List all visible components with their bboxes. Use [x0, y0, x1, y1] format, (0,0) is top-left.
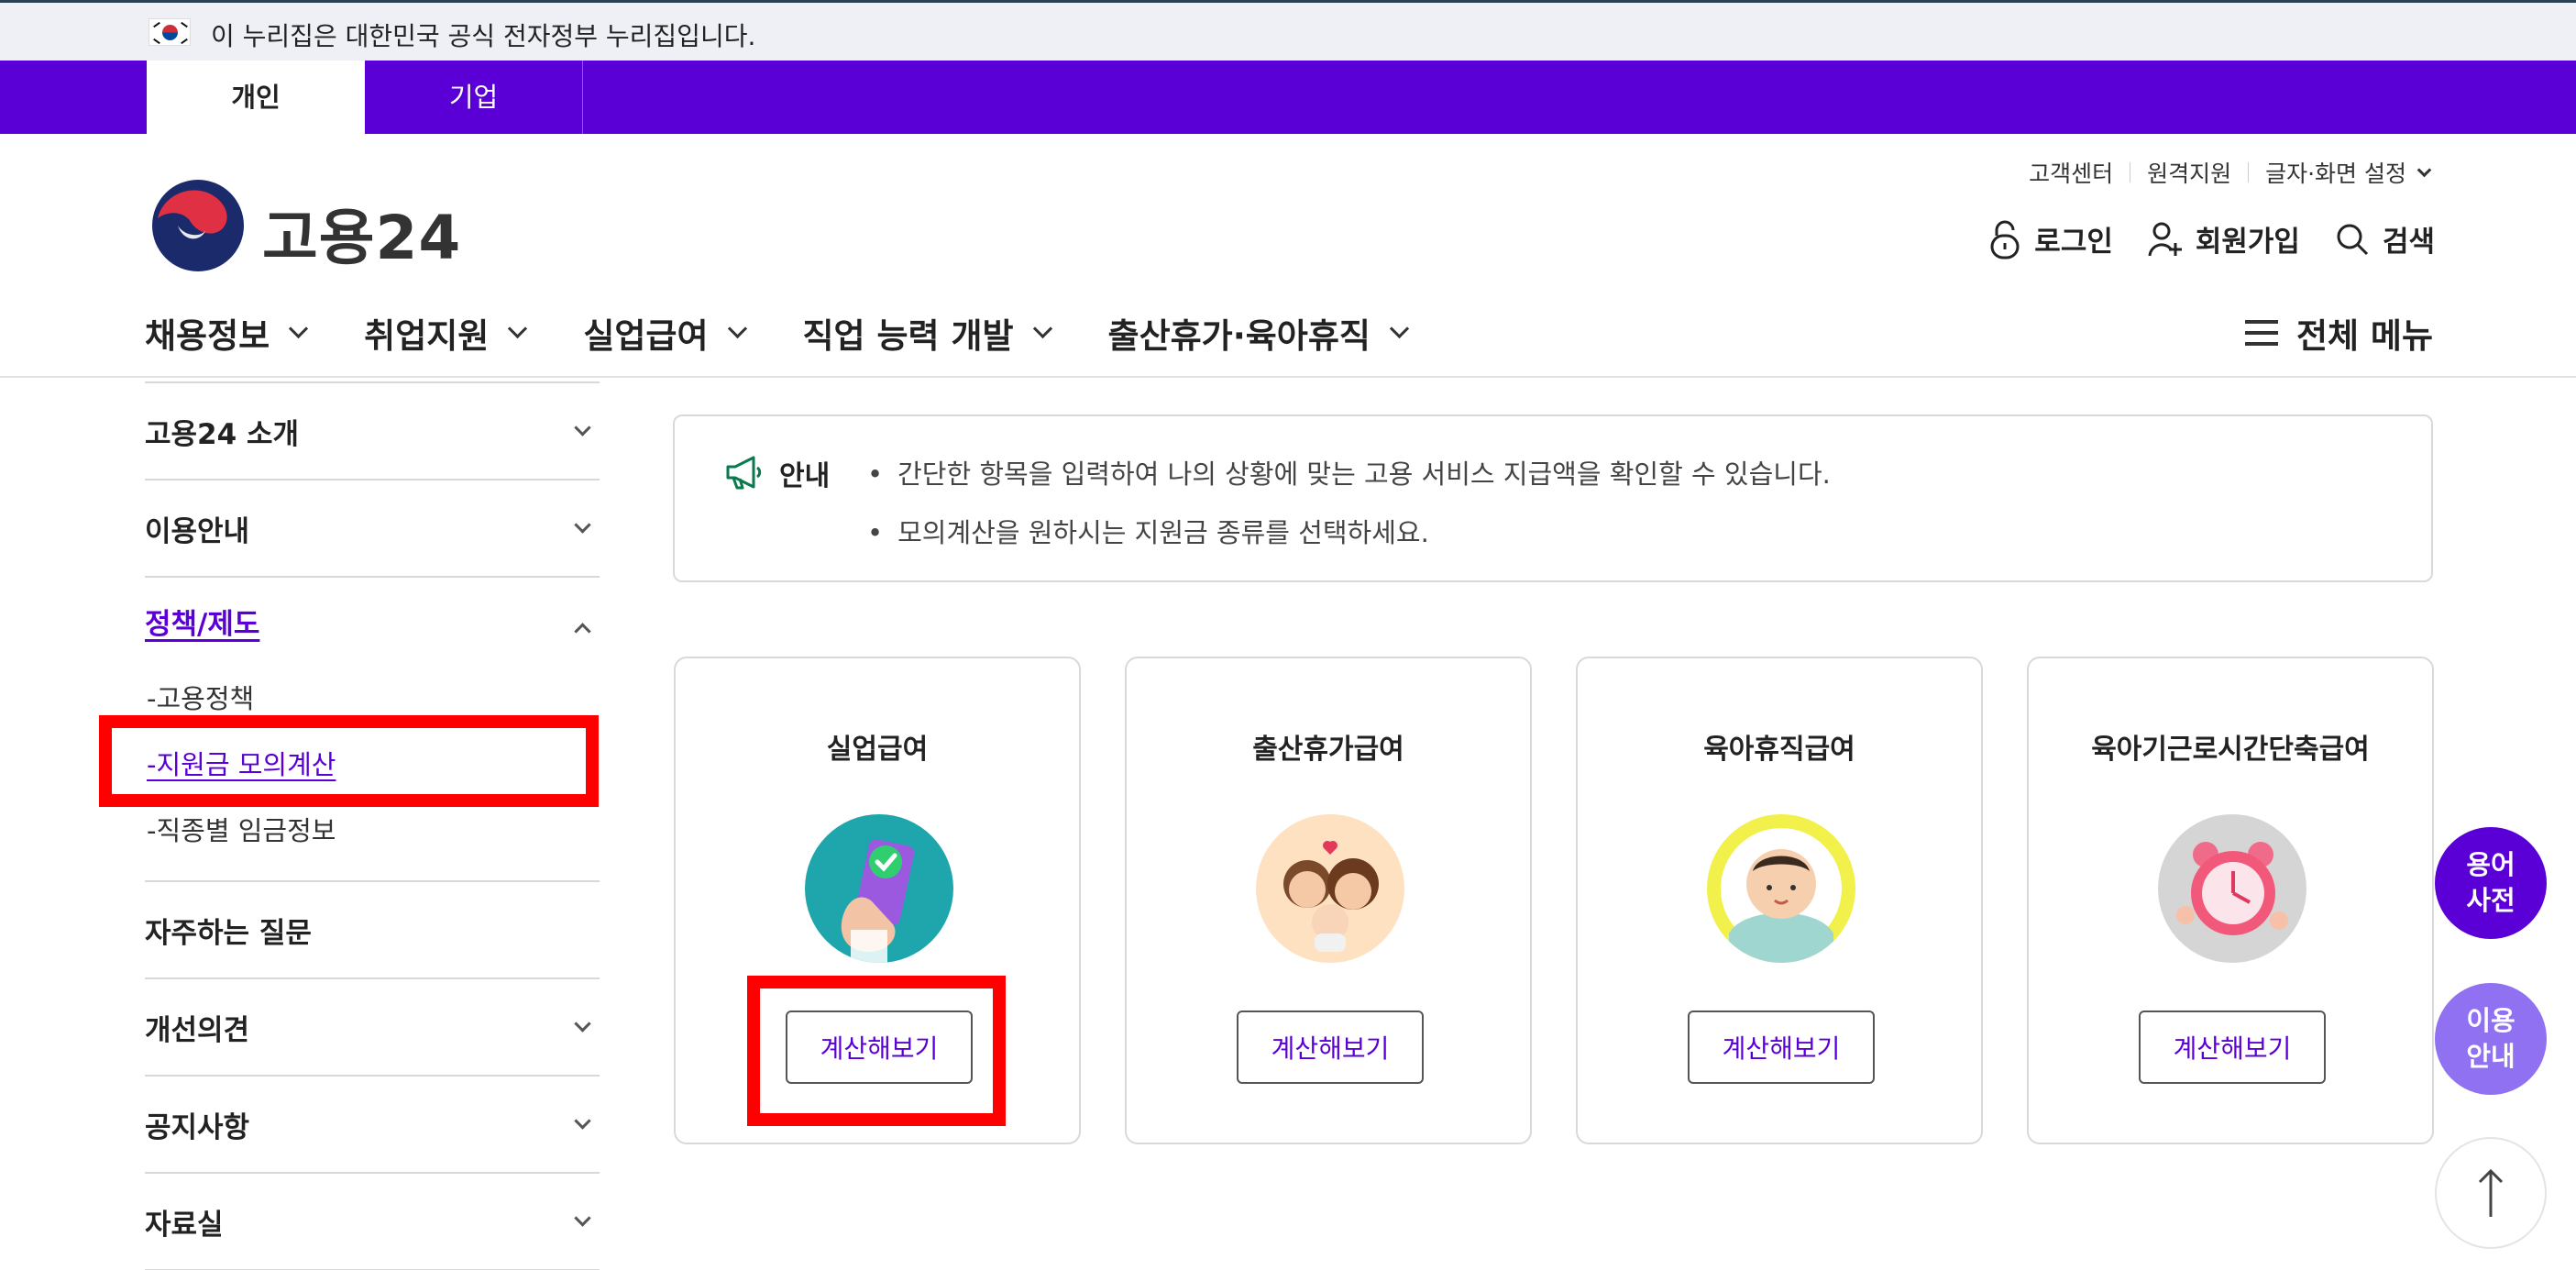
family-icon	[1256, 814, 1404, 963]
highlight-box	[99, 715, 599, 807]
login-button[interactable]: 로그인	[1988, 218, 2113, 260]
gov-banner: 이 누리집은 대한민국 공식 전자정부 누리집입니다.	[0, 0, 2576, 61]
sidebar-item-archive[interactable]: 자료실	[145, 1174, 600, 1270]
nav-item-label: 출산휴가·육아휴직	[1107, 316, 1371, 356]
tab-personal[interactable]: 개인	[147, 61, 365, 134]
sidebar-item-label: 자주하는 질문	[145, 916, 312, 950]
alarm-clock-icon	[2158, 814, 2306, 963]
customer-center-link[interactable]: 고객센터	[2029, 156, 2113, 189]
goyong24-logo-icon[interactable]	[150, 178, 246, 273]
hamburger-icon	[2244, 320, 2278, 346]
sidebar-item-about[interactable]: 고용24 소개	[145, 383, 600, 480]
nav-item-jobs[interactable]: 채용정보	[145, 308, 309, 358]
utility-links: 고객센터 원격지원 글자·화면 설정	[2029, 156, 2432, 189]
remote-support-link[interactable]: 원격지원	[2147, 156, 2231, 189]
nav-item-employment-support[interactable]: 취업지원	[364, 308, 528, 358]
megaphone-icon	[726, 456, 762, 490]
all-menu-button[interactable]: 전체 메뉴	[2244, 308, 2433, 358]
chevron-down-icon	[574, 1112, 591, 1130]
sidebar-item-label: 고용24 소개	[145, 417, 300, 451]
glossary-button[interactable]: 용어 사전	[2435, 827, 2547, 939]
card-parental-leave-benefit: 육아휴직급여 계산해보기	[1576, 657, 1983, 1144]
chevron-down-icon	[2416, 162, 2432, 177]
search-label: 검색	[2382, 226, 2435, 259]
gov-banner-text: 이 누리집은 대한민국 공식 전자정부 누리집입니다.	[211, 21, 756, 51]
sidebar-item-label: 정책/제도	[145, 607, 260, 641]
sidebar-item-notices[interactable]: 공지사항	[145, 1077, 600, 1174]
glossary-label: 용어 사전	[2466, 848, 2515, 916]
divider	[2248, 162, 2250, 182]
calculate-button[interactable]: 계산해보기	[2139, 1010, 2326, 1084]
audience-tab-bar: 개인 기업	[0, 61, 2576, 134]
header-actions: 로그인 회원가입 검색	[1954, 218, 2435, 260]
notice-box: 안내 간단한 항목을 입력하여 나의 상황에 맞는 고용 서비스 지급액을 확인…	[673, 414, 2433, 582]
chevron-down-icon	[574, 419, 591, 436]
chevron-down-icon	[508, 318, 528, 338]
chevron-up-icon	[574, 623, 591, 640]
sidebar-item-label: 개선의견	[145, 1013, 250, 1047]
chevron-down-icon	[289, 318, 309, 338]
card-title: 출산휴가급여	[1252, 734, 1404, 766]
signup-button[interactable]: 회원가입	[2148, 218, 2300, 260]
usage-guide-button[interactable]: 이용 안내	[2435, 983, 2547, 1095]
card-reduced-hours-benefit: 육아기근로시간단축급여 계산해보기	[2027, 657, 2434, 1144]
chevron-down-icon	[574, 1209, 591, 1227]
display-settings-link[interactable]: 글자·화면 설정	[2265, 156, 2406, 189]
tab-business[interactable]: 기업	[365, 61, 583, 134]
nav-item-vocational-training[interactable]: 직업 능력 개발	[802, 308, 1052, 358]
usage-guide-label: 이용 안내	[2466, 1004, 2515, 1072]
notice-label: 안내	[779, 460, 831, 492]
sidebar-item-label: 이용안내	[145, 514, 250, 548]
signup-label: 회원가입	[2195, 226, 2300, 259]
user-plus-icon	[2148, 222, 2182, 256]
sidebar: 고용24 소개 이용안내 정책/제도 -고용정책 -지원금 모의계산 -직종별 …	[145, 381, 600, 1270]
notice-line: 간단한 항목을 입력하여 나의 상황에 맞는 고용 서비스 지급액을 확인할 수…	[867, 453, 1831, 491]
all-menu-label: 전체 메뉴	[2295, 316, 2433, 356]
lock-icon	[1990, 220, 2020, 259]
card-title: 육아기근로시간단축급여	[2091, 734, 2370, 766]
calculate-button[interactable]: 계산해보기	[1237, 1010, 1424, 1084]
nav-item-unemployment-benefit[interactable]: 실업급여	[583, 308, 747, 358]
card-title: 육아휴직급여	[1703, 734, 1855, 766]
sidebar-item-label: 공지사항	[145, 1110, 250, 1144]
chevron-down-icon	[574, 1015, 591, 1033]
chevron-down-icon	[1032, 318, 1052, 338]
login-label: 로그인	[2034, 226, 2113, 259]
nav-item-label: 직업 능력 개발	[802, 316, 1014, 356]
sidebar-item-label: 자료실	[145, 1208, 224, 1242]
sidebar-item-usage-guide[interactable]: 이용안내	[145, 480, 600, 578]
phone-check-icon	[805, 814, 953, 963]
nav-item-label: 채용정보	[145, 316, 270, 356]
card-maternity-leave-benefit: 출산휴가급여 계산해보기	[1125, 657, 1532, 1144]
notice-line: 모의계산을 원하시는 지원금 종류를 선택하세요.	[867, 512, 1429, 550]
chevron-down-icon	[574, 516, 591, 534]
nav-item-label: 실업급여	[583, 316, 709, 356]
chevron-down-icon	[727, 318, 747, 338]
calculate-button[interactable]: 계산해보기	[1688, 1010, 1875, 1084]
chevron-down-icon	[1389, 318, 1410, 338]
baby-icon	[1707, 814, 1855, 963]
korea-flag-icon	[149, 18, 191, 46]
nav-item-maternity-parental-leave[interactable]: 출산휴가·육아휴직	[1107, 308, 1410, 358]
card-unemployment-benefit: 실업급여 계산해보기	[674, 657, 1081, 1144]
main-nav: 채용정보 취업지원 실업급여 직업 능력 개발 출산휴가·육아휴직	[145, 308, 1465, 358]
search-button[interactable]: 검색	[2335, 218, 2435, 260]
search-icon	[2337, 224, 2369, 255]
arrow-up-icon	[2478, 1168, 2504, 1217]
calculate-button[interactable]: 계산해보기	[786, 1010, 973, 1084]
nav-item-label: 취업지원	[364, 316, 490, 356]
sidebar-item-feedback[interactable]: 개선의견	[145, 979, 600, 1077]
brand-name[interactable]: 고용24	[262, 189, 461, 277]
scroll-to-top-button[interactable]	[2435, 1137, 2547, 1249]
sidebar-item-policy[interactable]: 정책/제도	[145, 578, 600, 664]
sidebar-item-faq[interactable]: 자주하는 질문	[145, 882, 600, 979]
card-title: 실업급여	[826, 734, 929, 766]
header-divider	[0, 376, 2576, 378]
